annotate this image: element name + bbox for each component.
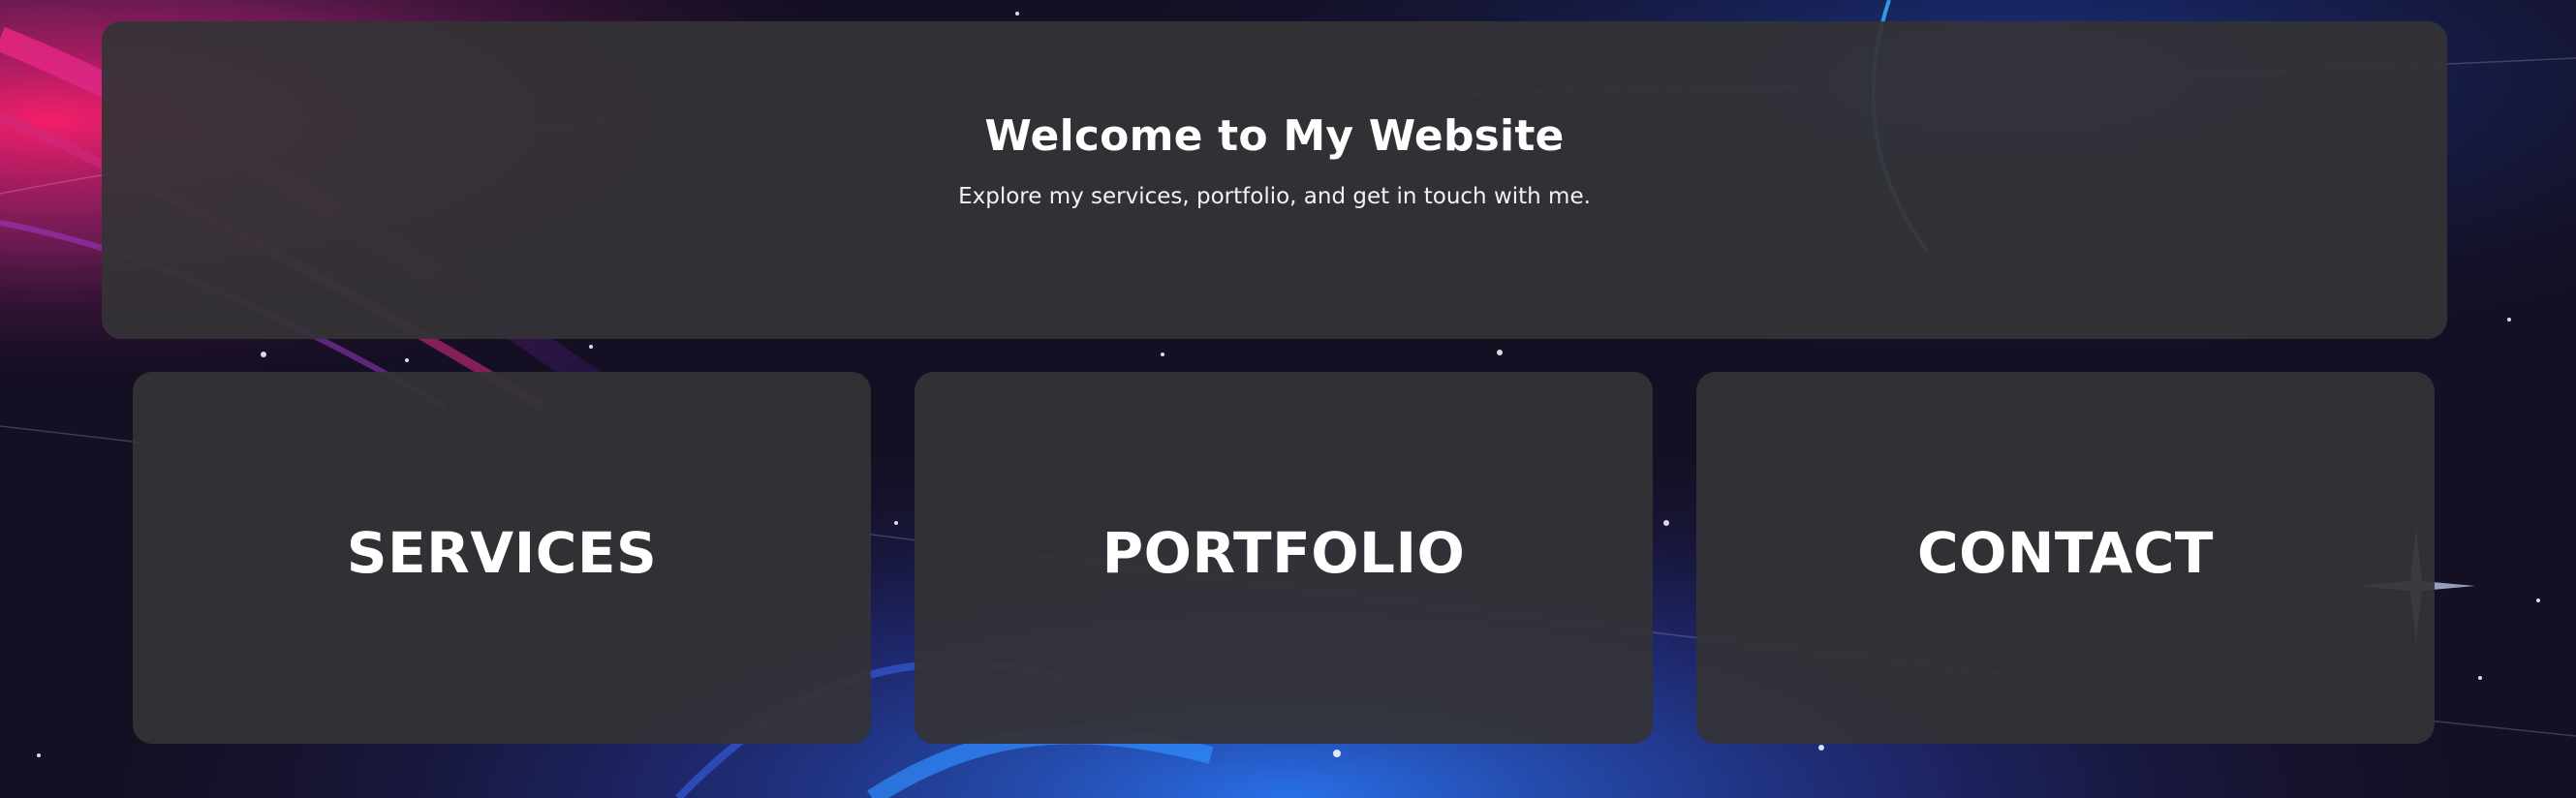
portfolio-label: PORTFOLIO xyxy=(1102,520,1466,586)
page-subtitle: Explore my services, portfolio, and get … xyxy=(958,184,1591,209)
page: Welcome to My Website Explore my service… xyxy=(0,0,2576,798)
portfolio-card[interactable]: PORTFOLIO xyxy=(915,372,1653,744)
services-card[interactable]: SERVICES xyxy=(133,372,871,744)
contact-label: CONTACT xyxy=(1917,520,2214,586)
page-title: Welcome to My Website xyxy=(984,111,1565,161)
hero-banner: Welcome to My Website Explore my service… xyxy=(102,21,2447,339)
services-label: SERVICES xyxy=(346,520,658,586)
contact-card[interactable]: CONTACT xyxy=(1696,372,2435,744)
